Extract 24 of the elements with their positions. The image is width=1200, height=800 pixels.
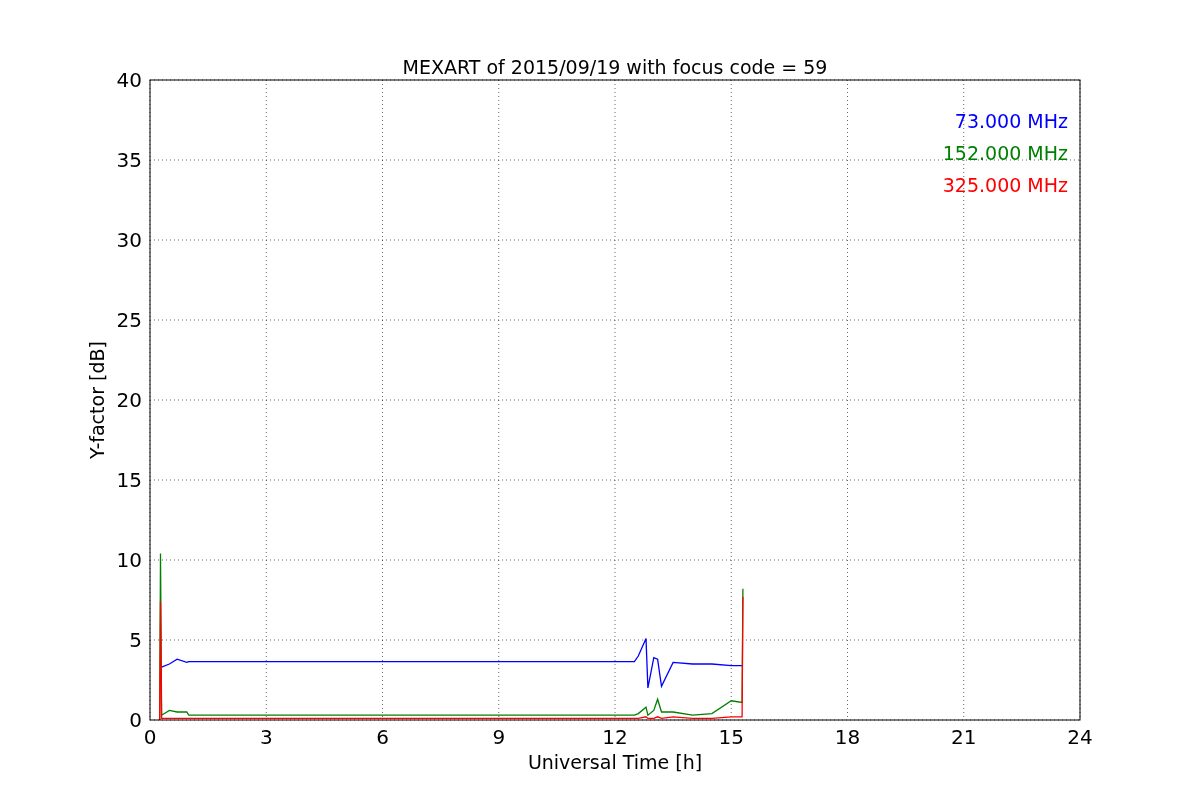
tick-label: 25 [116, 308, 142, 332]
tick-label: 24 [1067, 725, 1093, 749]
legend-label: 325.000 MHz [942, 174, 1068, 196]
tick-label: 21 [951, 725, 977, 749]
tick-label: 5 [129, 628, 142, 652]
tick-label: 10 [116, 548, 142, 572]
tick-label: 0 [143, 725, 157, 749]
tick-label: 18 [834, 725, 861, 749]
tick-label: 35 [116, 148, 142, 172]
tick-label: 3 [259, 725, 273, 749]
tick-label: 6 [376, 725, 389, 749]
axis-label: Y-factor [dB] [86, 341, 108, 459]
tick-label: 15 [718, 725, 744, 749]
chart-title: MEXART of 2015/09/19 with focus code = 59 [402, 56, 828, 78]
tick-label: 15 [116, 468, 142, 492]
tick-label: 0 [129, 708, 142, 732]
legend-label: 73.000 MHz [954, 110, 1068, 132]
axis-label: Universal Time [h] [527, 751, 703, 773]
tick-label: 20 [116, 388, 142, 412]
legend-label: 152.000 MHz [942, 142, 1068, 164]
tick-label: 30 [116, 228, 142, 252]
tick-label: 9 [492, 725, 506, 749]
tick-label: 12 [602, 725, 628, 749]
tick-label: 40 [116, 68, 142, 92]
